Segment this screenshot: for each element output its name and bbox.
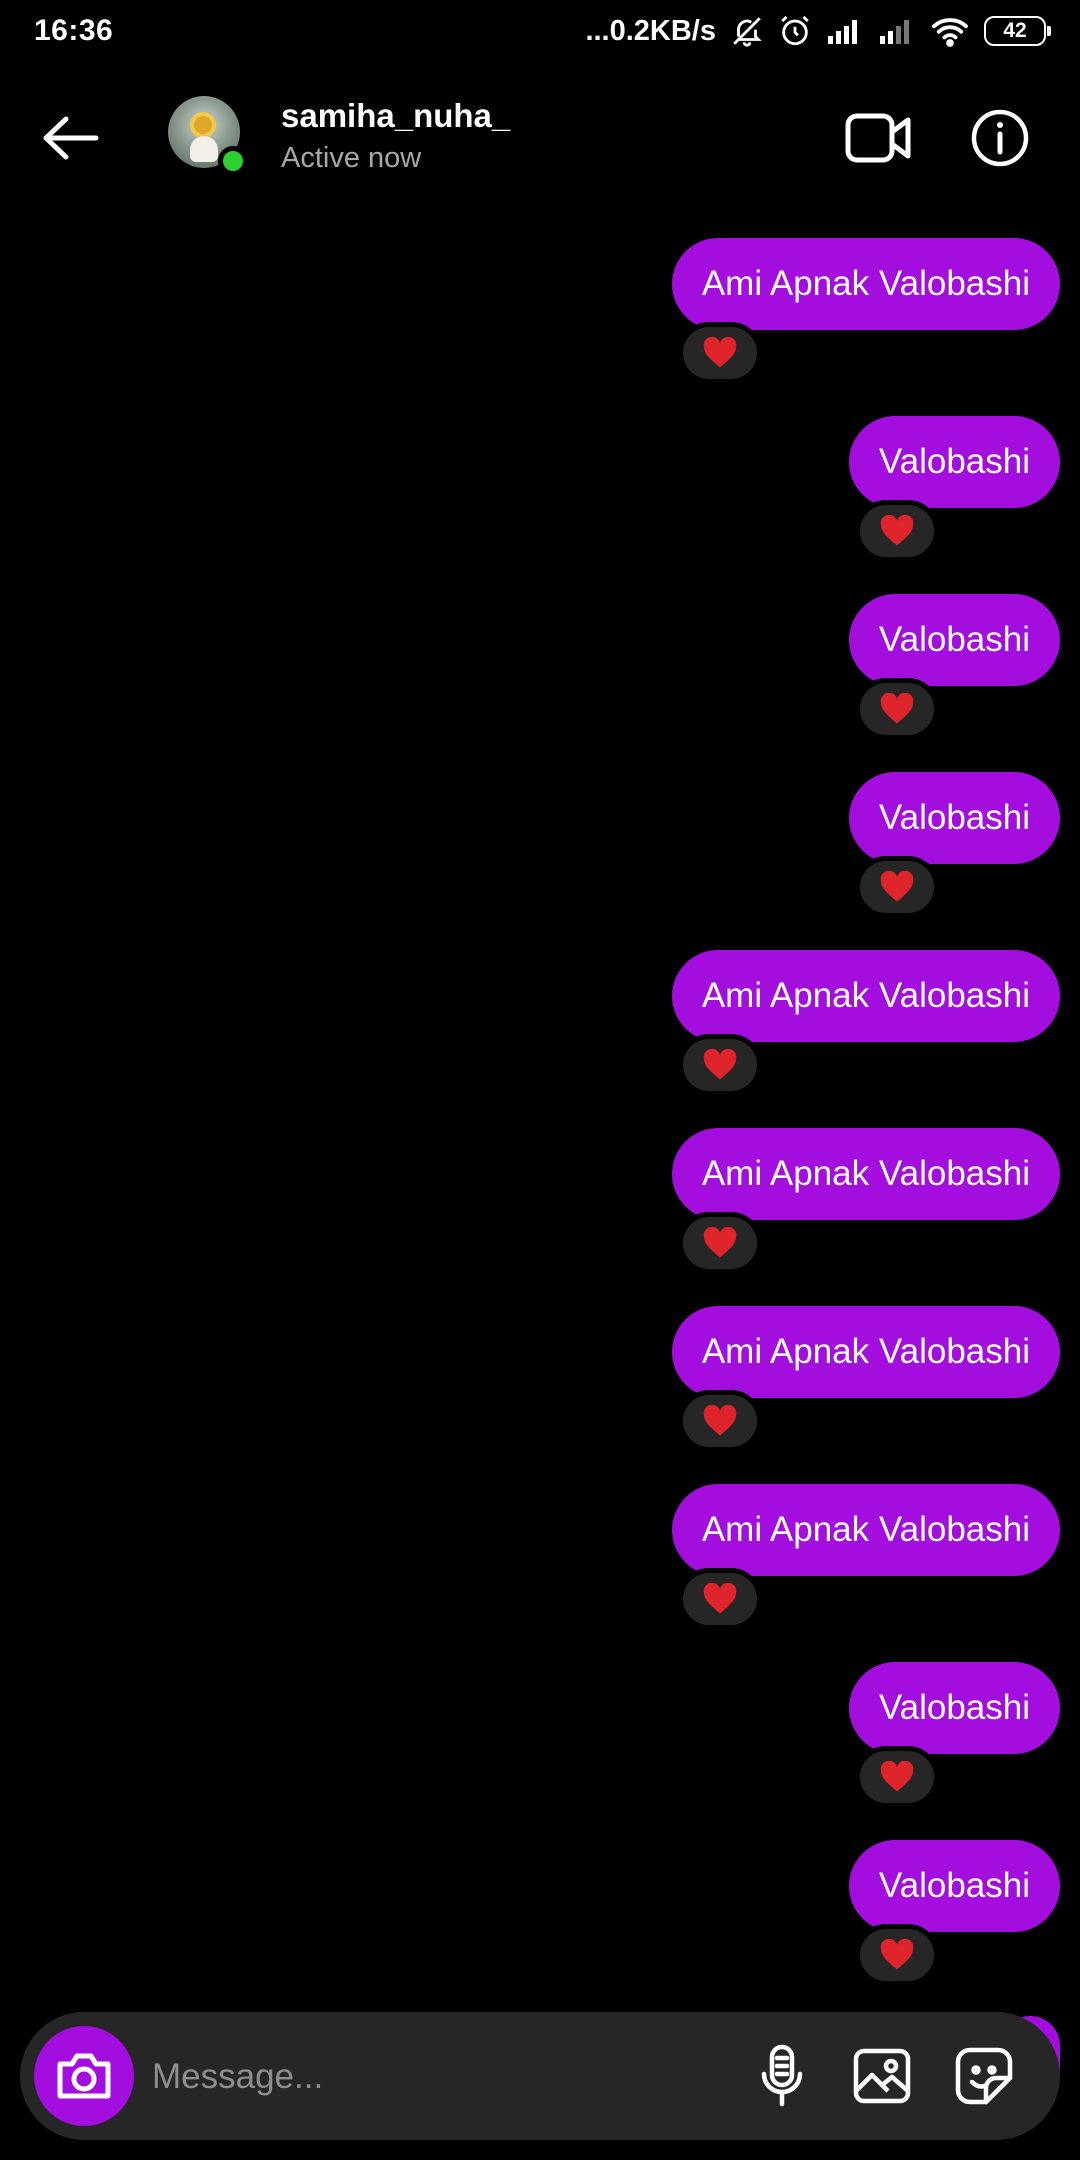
video-call-button[interactable] xyxy=(844,110,912,166)
heart-reaction[interactable] xyxy=(677,1390,762,1452)
heart-icon xyxy=(880,515,914,546)
heart-icon xyxy=(703,1583,737,1614)
info-button[interactable] xyxy=(970,108,1030,168)
message-bubble[interactable]: Ami Apnak Valobashi xyxy=(671,1128,1060,1220)
message-item[interactable]: Valobashi xyxy=(848,772,1060,918)
gallery-button[interactable] xyxy=(848,2042,916,2110)
message-bubble[interactable]: Valobashi xyxy=(848,1840,1060,1932)
status-bar: 16:36 ...0.2KB/s 42 xyxy=(0,0,1080,62)
heart-icon xyxy=(880,871,914,902)
user-info[interactable]: samiha_nuha_ Active now xyxy=(281,96,510,180)
heart-icon xyxy=(703,1227,737,1258)
status-icons: ...0.2KB/s 42 xyxy=(585,14,1051,48)
heart-reaction[interactable] xyxy=(854,1924,939,1986)
camera-icon xyxy=(57,2053,111,2099)
message-item[interactable]: Ami Apnak Valobashi xyxy=(671,1484,1060,1630)
heart-reaction[interactable] xyxy=(677,1568,762,1630)
avatar[interactable] xyxy=(168,96,248,176)
heart-reaction[interactable] xyxy=(854,1746,939,1808)
message-bubble[interactable]: Valobashi xyxy=(848,772,1060,864)
message-item[interactable]: Valobashi xyxy=(848,1840,1060,1986)
message-composer xyxy=(20,2012,1060,2140)
status-time: 16:36 xyxy=(34,14,114,47)
heart-icon xyxy=(703,1049,737,1080)
heart-icon xyxy=(703,337,737,368)
heart-reaction[interactable] xyxy=(677,322,762,384)
message-item[interactable]: Valobashi xyxy=(848,416,1060,562)
microphone-icon xyxy=(761,2044,803,2107)
sticker-icon xyxy=(955,2047,1013,2105)
arrow-left-icon xyxy=(43,116,99,160)
message-item[interactable]: Ami Apnak Valobashi xyxy=(671,1128,1060,1274)
message-bubble[interactable]: Valobashi xyxy=(848,1662,1060,1754)
heart-reaction[interactable] xyxy=(854,678,939,740)
chat-header: samiha_nuha_ Active now xyxy=(0,90,1080,185)
image-icon xyxy=(853,2048,911,2104)
video-camera-icon xyxy=(845,113,911,163)
message-bubble[interactable]: Ami Apnak Valobashi xyxy=(671,1306,1060,1398)
online-indicator xyxy=(218,146,248,176)
heart-reaction[interactable] xyxy=(677,1034,762,1096)
info-icon xyxy=(971,109,1029,167)
sticker-button[interactable] xyxy=(950,2042,1018,2110)
active-status: Active now xyxy=(281,142,422,174)
wifi-icon xyxy=(930,15,970,47)
message-bubble[interactable]: Ami Apnak Valobashi xyxy=(671,950,1060,1042)
signal-icon xyxy=(826,16,864,46)
message-bubble[interactable]: Valobashi xyxy=(848,594,1060,686)
message-bubble[interactable]: Ami Apnak Valobashi xyxy=(671,1484,1060,1576)
message-bubble[interactable]: Ami Apnak Valobashi xyxy=(671,238,1060,330)
message-bubble[interactable]: Valobashi xyxy=(848,416,1060,508)
heart-icon xyxy=(880,1939,914,1970)
heart-icon xyxy=(703,1405,737,1436)
message-input[interactable] xyxy=(150,2036,744,2118)
heart-icon xyxy=(880,693,914,724)
heart-icon xyxy=(880,1761,914,1792)
back-button[interactable] xyxy=(38,110,104,166)
network-speed: ...0.2KB/s xyxy=(585,14,716,47)
heart-reaction[interactable] xyxy=(854,856,939,918)
message-item[interactable]: Valobashi xyxy=(848,1662,1060,1808)
username: samiha_nuha_ xyxy=(281,97,511,134)
message-item[interactable]: Ami Apnak Valobashi xyxy=(671,238,1060,384)
alarm-icon xyxy=(778,14,812,48)
signal-icon xyxy=(878,16,916,46)
camera-button[interactable] xyxy=(34,2026,134,2126)
voice-message-button[interactable] xyxy=(748,2042,816,2110)
heart-reaction[interactable] xyxy=(854,500,939,562)
message-item[interactable]: Ami Apnak Valobashi xyxy=(671,1306,1060,1452)
battery-indicator: 42 xyxy=(984,16,1051,46)
heart-reaction[interactable] xyxy=(677,1212,762,1274)
message-item[interactable]: Ami Apnak Valobashi xyxy=(671,950,1060,1096)
mute-icon xyxy=(730,14,764,48)
message-item[interactable]: Valobashi xyxy=(848,594,1060,740)
